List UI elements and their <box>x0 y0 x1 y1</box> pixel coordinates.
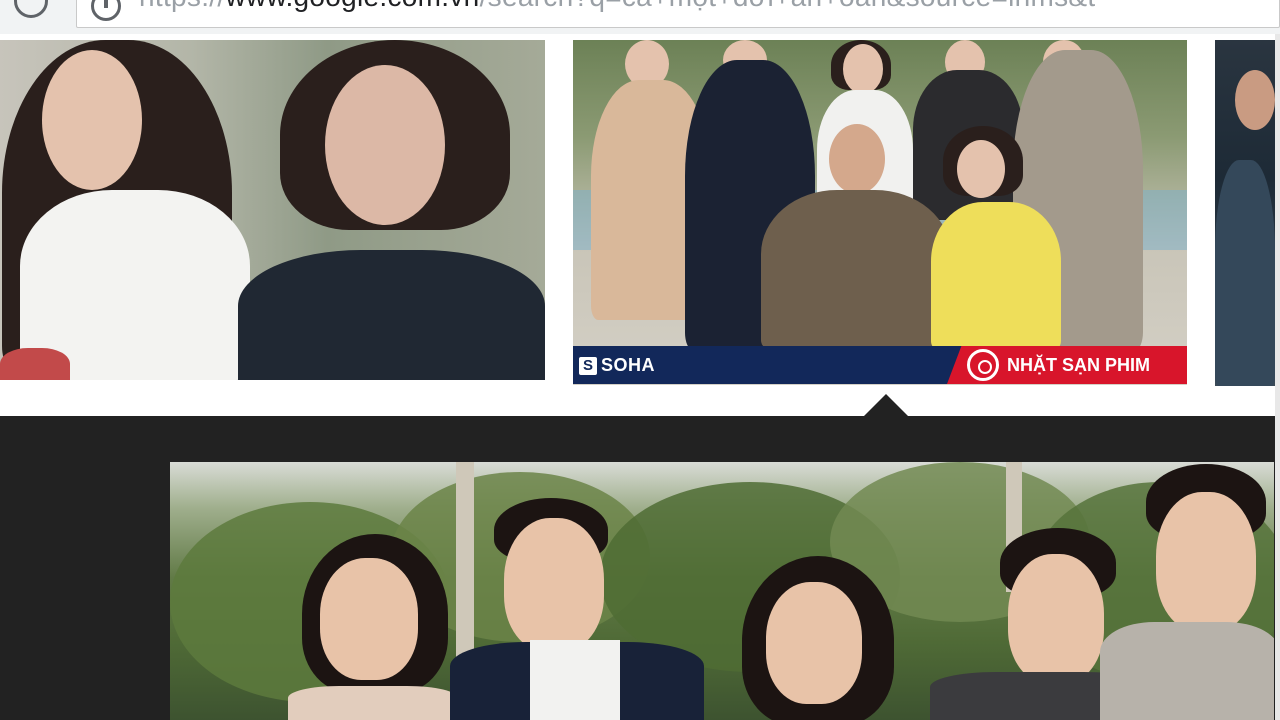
photo-person <box>530 640 620 720</box>
photo-figure <box>957 140 1005 198</box>
back-icon[interactable] <box>14 0 48 18</box>
banner-tag-label: NHẶT SẠN PHIM <box>1007 355 1150 375</box>
info-icon[interactable] <box>91 0 121 21</box>
photo-figure <box>1215 160 1275 386</box>
preview-image[interactable] <box>170 462 1274 720</box>
film-reel-icon <box>967 349 999 381</box>
photo-figure <box>761 190 951 350</box>
source-banner: S SOHA NHẶT SẠN PHIM <box>573 346 1187 384</box>
photo-person <box>766 582 862 704</box>
photo-figure <box>325 65 445 225</box>
browser-toolbar: https://www.google.com.vn/search?q=cả+mộ… <box>0 0 1280 34</box>
page-scrollbar[interactable] <box>1275 34 1280 720</box>
photo-person <box>320 558 418 680</box>
page: https://www.google.com.vn/search?q=cả+mộ… <box>0 0 1280 720</box>
url-text[interactable]: https://www.google.com.vn/search?q=cả+mộ… <box>139 0 1096 12</box>
image-result-thumbnail[interactable] <box>0 40 545 380</box>
soha-logo-icon: S SOHA <box>579 355 655 376</box>
photo-figure <box>1235 70 1275 130</box>
photo-person <box>1008 554 1104 684</box>
selection-caret <box>864 394 908 416</box>
photo-person <box>288 686 458 720</box>
banner-tag: NHẶT SẠN PHIM <box>947 346 1187 384</box>
photo-figure <box>843 44 883 94</box>
photo-figure <box>42 50 142 190</box>
photo-person <box>1100 622 1274 720</box>
photo-person <box>504 518 604 652</box>
image-result-thumbnail[interactable] <box>1215 40 1275 386</box>
address-bar[interactable]: https://www.google.com.vn/search?q=cả+mộ… <box>76 0 1280 28</box>
soha-logo-text: SOHA <box>601 355 656 375</box>
image-results-row: S SOHA NHẶT SẠN PHIM <box>0 34 1280 416</box>
url-prefix: https:// <box>139 0 225 12</box>
photo-person <box>1156 492 1256 632</box>
photo-figure <box>931 202 1061 350</box>
photo-figure <box>829 124 885 194</box>
photo-figure <box>0 348 70 380</box>
photo-figure <box>238 250 545 380</box>
soha-logo-letter: S <box>579 356 597 375</box>
url-domain: www.google.com.vn <box>225 0 479 12</box>
url-rest: /search?q=cả+một+đời+ân+oán&source=lnms&… <box>480 0 1096 12</box>
image-result-thumbnail-selected[interactable] <box>573 40 1187 385</box>
